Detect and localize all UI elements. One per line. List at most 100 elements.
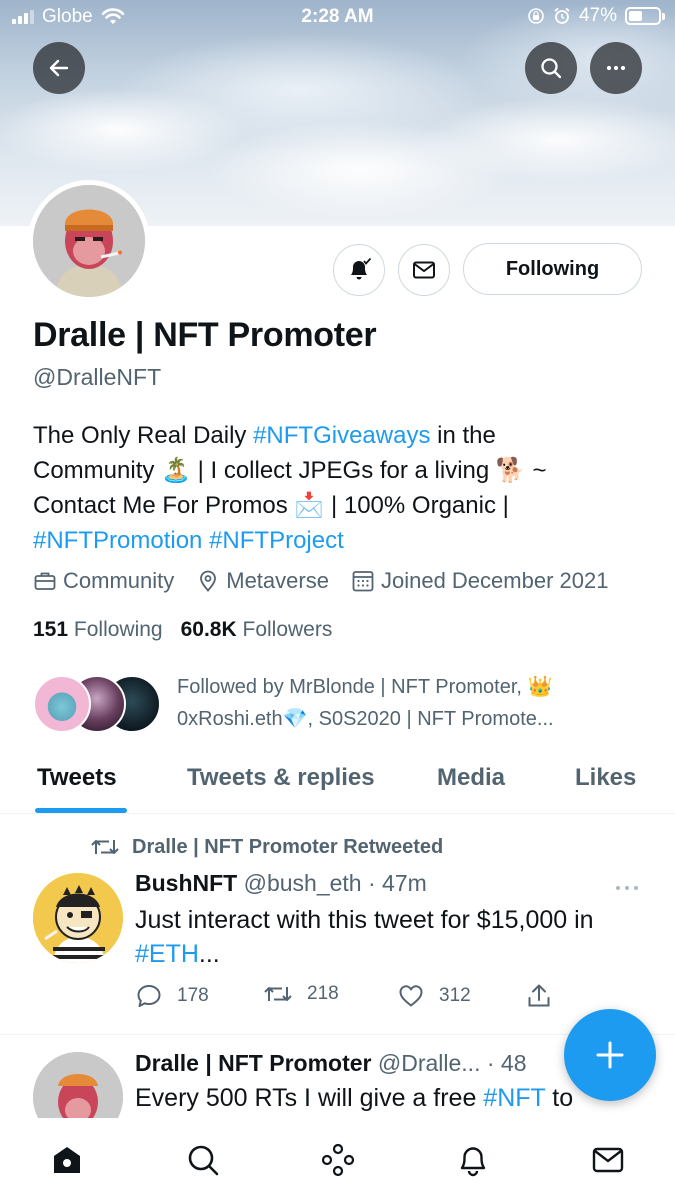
follower-avatar <box>33 675 91 733</box>
search-button[interactable] <box>525 42 577 94</box>
category-item: Community <box>33 568 174 594</box>
tweet-text-part: to <box>545 1084 574 1112</box>
tweet-text-ellipsis: ... <box>198 940 220 968</box>
alarm-icon <box>554 7 570 24</box>
share-button[interactable] <box>525 982 553 1010</box>
tweet-actions: 178 218 312 <box>135 982 555 1016</box>
reply-button[interactable]: 178 <box>135 982 209 1010</box>
bio-line-4: #NFTPromotion #NFTProject <box>33 523 653 558</box>
spaces-icon <box>321 1143 355 1177</box>
followers-count-link[interactable]: 60.8K Followers <box>181 618 333 642</box>
nav-notifications[interactable] <box>453 1140 493 1180</box>
search-icon <box>188 1145 219 1176</box>
nav-messages[interactable] <box>588 1140 628 1180</box>
bio-line-3: Contact Me For Promos 📩 | 100% Organic | <box>33 492 509 519</box>
tweet-author-name[interactable]: Dralle | NFT Promoter <box>135 1050 371 1076</box>
profile-bio: The Only Real Daily #NFTGiveaways in the… <box>33 418 653 558</box>
tab-media[interactable]: Media <box>437 764 505 792</box>
bio-line-2: Community 🏝️ | I collect JPEGs for a liv… <box>33 457 547 484</box>
bio-text: in the <box>430 422 496 449</box>
followers-label: Followers <box>242 618 333 641</box>
notifications-toggle-button[interactable] <box>333 244 385 296</box>
like-count: 312 <box>439 985 471 1006</box>
reply-count: 178 <box>177 985 209 1006</box>
nav-spaces[interactable] <box>318 1140 358 1180</box>
battery-fill <box>629 11 642 21</box>
heart-icon <box>399 985 423 1007</box>
retweet-icon <box>91 840 119 854</box>
followed-by-line-1: Followed by MrBlonde | NFT Promoter, 👑 <box>177 676 553 698</box>
more-horizontal-icon <box>606 65 626 71</box>
following-label: Following <box>73 618 163 641</box>
like-button[interactable]: 312 <box>397 982 471 1010</box>
followed-by-avatars[interactable] <box>33 675 163 733</box>
bell-check-icon <box>351 257 372 280</box>
search-icon <box>541 58 562 79</box>
bush-avatar-image <box>33 873 123 963</box>
bio-line-1: The Only Real Daily #NFTGiveaways in the <box>33 418 653 453</box>
location-pin-icon <box>200 570 217 592</box>
profile-meta: Community Metaverse Joined December 2021 <box>33 568 608 594</box>
active-tab-indicator <box>35 808 127 813</box>
tweet-handle-time: @Dralle... · 48 <box>377 1050 527 1076</box>
compose-tweet-button[interactable] <box>564 1009 656 1101</box>
hashtag-link[interactable]: #NFTGiveaways <box>253 422 430 449</box>
tweet-header: BushNFT @bush_eth · 47m <box>135 870 427 897</box>
plus-icon <box>596 1041 624 1069</box>
envelope-icon <box>413 261 435 279</box>
tweet-text-line: Just interact with this tweet for $15,00… <box>135 906 594 934</box>
joined-label: Joined December 2021 <box>380 568 609 593</box>
envelope-icon <box>592 1147 624 1173</box>
tweet-header: Dralle | NFT Promoter @Dralle... · 48 <box>135 1050 527 1077</box>
status-right: 47% <box>527 5 665 27</box>
tweet-author-name[interactable]: BushNFT <box>135 870 237 896</box>
battery-percent: 47% <box>578 5 617 26</box>
profile-handle: @DralleNFT <box>33 364 162 390</box>
reply-icon <box>137 985 161 1007</box>
tweet-text-line: #ETH... <box>135 937 655 971</box>
hashtag-link[interactable]: #NFTProject <box>209 527 344 554</box>
more-horizontal-icon <box>616 886 638 890</box>
retweet-icon <box>264 987 292 1001</box>
retweeted-by-label: Dralle | NFT Promoter Retweeted <box>132 835 444 858</box>
tweet-text-part: Every 500 RTs I will give a free <box>135 1084 484 1112</box>
followers-count: 60.8K <box>180 618 237 641</box>
share-icon <box>528 984 550 1007</box>
home-icon <box>54 1147 80 1173</box>
retweet-context: Dralle | NFT Promoter Retweeted <box>90 835 443 859</box>
back-button[interactable] <box>33 42 85 94</box>
retweet-button[interactable]: 218 <box>263 982 339 1006</box>
message-button[interactable] <box>398 244 450 296</box>
tab-likes[interactable]: Likes <box>575 764 636 792</box>
tab-tweets[interactable]: Tweets <box>37 764 117 792</box>
calendar-icon <box>352 571 374 592</box>
tweet-author-avatar[interactable] <box>33 873 123 963</box>
arrow-left-icon <box>49 59 69 77</box>
profile-avatar[interactable] <box>28 180 150 302</box>
profile-tabs: Tweets Tweets & replies Media Likes <box>0 756 675 814</box>
follow-counts: 151 Following 60.8K Followers <box>33 618 332 642</box>
hashtag-link[interactable]: #NFTPromotion <box>33 527 202 554</box>
nav-home[interactable] <box>47 1140 87 1180</box>
tweet-handle-time: @bush_eth · 47m <box>243 870 427 896</box>
hashtag-link[interactable]: #NFT <box>483 1084 545 1112</box>
tab-tweets-and-replies[interactable]: Tweets & replies <box>187 764 375 792</box>
status-bar: Globe 2:28 AM 47% <box>0 0 675 36</box>
following-button[interactable]: Following <box>463 243 642 295</box>
briefcase-icon <box>34 572 56 590</box>
battery-icon <box>625 7 665 25</box>
bio-text: The Only Real Daily <box>33 422 254 449</box>
profile-display-name: Dralle | NFT Promoter <box>33 316 377 354</box>
following-count-link[interactable]: 151 Following <box>33 618 163 642</box>
tweet-text[interactable]: Every 500 RTs I will give a free #NFT to <box>135 1084 573 1113</box>
nav-search[interactable] <box>183 1140 223 1180</box>
orientation-lock-icon <box>528 8 544 24</box>
location-label: Metaverse <box>226 568 329 593</box>
hashtag-link[interactable]: #ETH <box>135 940 199 968</box>
tweet-text[interactable]: Just interact with this tweet for $15,00… <box>135 903 655 971</box>
followed-by-text[interactable]: Followed by MrBlonde | NFT Promoter, 👑 0… <box>177 671 647 735</box>
category-label: Community <box>63 568 175 593</box>
more-button[interactable] <box>590 42 642 94</box>
tweet-more-button[interactable] <box>614 876 640 899</box>
location-item: Metaverse <box>196 568 329 594</box>
